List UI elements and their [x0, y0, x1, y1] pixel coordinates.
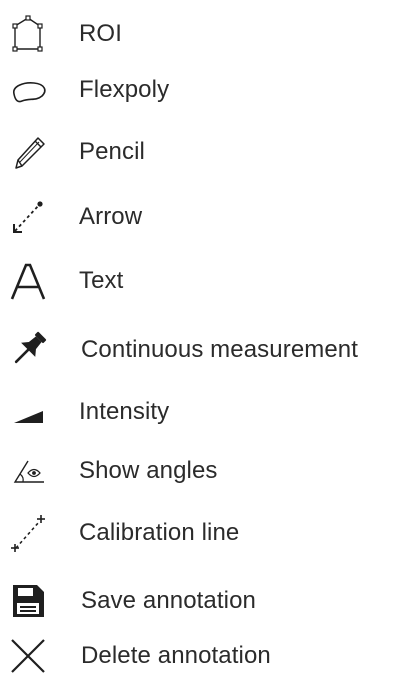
close-x-icon: [6, 634, 50, 678]
menu-item-label: Flexpoly: [79, 76, 170, 103]
intensity-wedge-icon: [6, 390, 50, 434]
menu-item-calibration-line[interactable]: Calibration line: [0, 505, 406, 561]
menu-item-label: Delete annotation: [81, 642, 271, 669]
flexpoly-ellipse-icon: [6, 68, 50, 112]
pushpin-icon: [6, 328, 50, 372]
annotation-tool-menu: ROI Flexpoly Pencil Arrow Text Continuou…: [0, 0, 406, 686]
roi-polygon-icon: [6, 12, 50, 56]
floppy-disk-icon: [6, 579, 50, 623]
menu-item-label: Text: [79, 267, 124, 294]
menu-item-roi[interactable]: ROI: [0, 6, 406, 62]
calibration-line-icon: [6, 511, 50, 555]
menu-item-pencil[interactable]: Pencil: [0, 124, 406, 180]
menu-item-label: Show angles: [79, 457, 218, 484]
menu-item-label: ROI: [79, 20, 122, 47]
menu-item-arrow[interactable]: Arrow: [0, 189, 406, 245]
menu-item-flexpoly[interactable]: Flexpoly: [0, 62, 406, 118]
angle-eye-icon: [6, 449, 50, 493]
menu-item-label: Pencil: [79, 138, 145, 165]
menu-item-text[interactable]: Text: [0, 253, 406, 309]
menu-item-delete-annotation[interactable]: Delete annotation: [0, 628, 406, 684]
arrow-icon: [6, 195, 50, 239]
menu-item-label: Arrow: [79, 203, 143, 230]
menu-item-save-annotation[interactable]: Save annotation: [0, 573, 406, 629]
menu-item-show-angles[interactable]: Show angles: [0, 443, 406, 499]
pencil-icon: [6, 130, 50, 174]
menu-item-intensity[interactable]: Intensity: [0, 384, 406, 440]
menu-item-continuous-measurement[interactable]: Continuous measurement: [0, 322, 406, 378]
text-icon: [6, 259, 50, 303]
menu-item-label: Save annotation: [81, 587, 256, 614]
menu-item-label: Calibration line: [79, 519, 240, 546]
menu-item-label: Continuous measurement: [81, 336, 359, 363]
menu-item-label: Intensity: [79, 398, 170, 425]
